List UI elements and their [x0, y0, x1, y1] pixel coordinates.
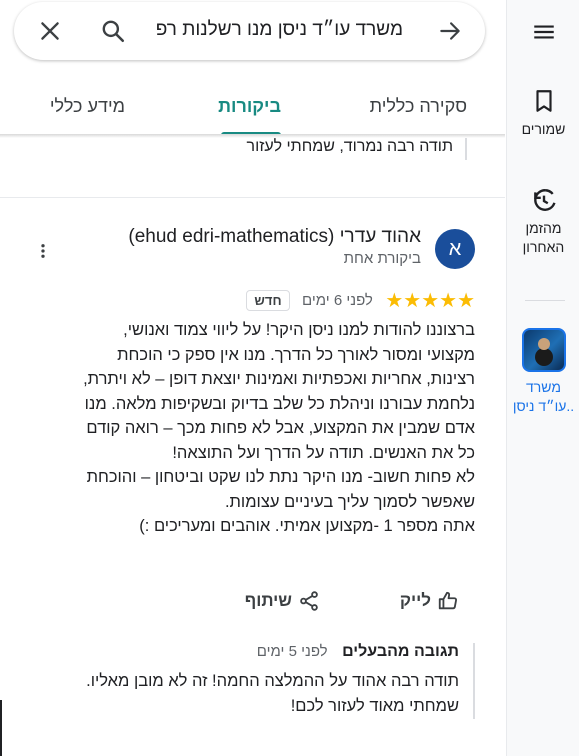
review-time: לפני 6 ימים	[302, 292, 373, 309]
previous-reply-text: תודה רבה נמרוד, שמחתי לעזור	[246, 138, 453, 155]
review-line: שאפשר לסמוך עליך בעיניים עצומות.	[224, 492, 475, 511]
like-label: לייק	[399, 591, 431, 610]
rail-recent-label-2: האחרון	[522, 239, 565, 255]
owner-reply-header: תגובה מהבעלים לפני 5 ימים	[30, 643, 459, 669]
share-button[interactable]: שיתוף	[245, 590, 320, 612]
review-divider	[0, 197, 505, 198]
review-line: אדם שמבין את המקצוע, אבל לא פחות מכך – ר…	[86, 419, 475, 437]
review-line: רצינות, אחריות ואכפתיות ואמינות יוצאת דו…	[83, 370, 475, 388]
review-author-meta: ביקורת אחת	[343, 250, 421, 267]
review-line: לא פחות חשוב- מנו היקר נתת לנו שקט וביטח…	[86, 468, 475, 486]
window-edge	[0, 700, 2, 756]
review-line: אתה מספר 1 -מקצוען אמיתי. אוהבים ומעריכי…	[139, 517, 475, 535]
rail-place-label-2: עו״ד ניסן..	[512, 398, 575, 414]
owner-reply: תגובה מהבעלים לפני 5 ימים תודה רבה אהוד …	[30, 643, 475, 719]
back-arrow-icon[interactable]	[437, 18, 463, 44]
owner-reply-text: תודה רבה אהוד על ההמלצה החמה! זה לא מובן…	[30, 669, 459, 719]
review-author[interactable]: אהוד עדרי (ehud edri-mathematics)	[128, 226, 421, 248]
like-button[interactable]: לייק	[400, 590, 459, 612]
tab-overview[interactable]: סקירה כללית	[370, 96, 467, 117]
share-icon	[300, 591, 318, 611]
owner-reply-time: לפני 5 ימים	[256, 643, 328, 660]
tab-about[interactable]: מידע כללי	[50, 96, 125, 117]
more-vert-icon[interactable]	[34, 241, 52, 261]
review-text: ברצוננו להודות למנו ניסן היקר! על ליווי …	[30, 318, 475, 539]
tab-reviews[interactable]: ביקורות	[218, 96, 281, 117]
place-thumbnail	[521, 328, 566, 372]
rail-saved-button[interactable]: שמורים	[507, 88, 579, 139]
rating-row: ★★★★★ לפני 6 ימים חדש	[246, 288, 475, 314]
owner-reply-title: תגובה מהבעלים	[342, 643, 459, 660]
review-actions: לייק שיתוף	[30, 590, 475, 618]
rail-saved-label: שמורים	[521, 121, 566, 137]
rail-place-label-1: משרד	[526, 379, 561, 395]
new-badge: חדש	[246, 290, 290, 311]
share-label: שיתוף	[244, 591, 292, 610]
search-icon[interactable]	[100, 18, 126, 44]
thumb-up-icon	[438, 591, 458, 610]
rail-divider	[525, 300, 565, 301]
close-icon[interactable]	[37, 18, 63, 44]
side-rail: שמורים מהזמן האחרון משרד עו״ד ניסן..	[506, 0, 579, 756]
review-line: מקצועי ומסור לאורך כל הדרך. מנו אין ספק …	[117, 345, 475, 364]
star-rating: ★★★★★	[385, 290, 475, 312]
bookmark-icon	[535, 90, 552, 112]
previous-reply-border	[465, 138, 467, 160]
history-icon	[533, 189, 556, 211]
rail-recent-button[interactable]: מהזמן האחרון	[507, 187, 579, 257]
owner-reply-line: שמחתי מאוד לעזור לכם!	[290, 697, 459, 715]
review-line: נלחמת עבורנו וניהלת כל שלב בדיוק ובשקיפו…	[84, 394, 475, 413]
tab-bar: סקירה כללית ביקורות מידע כללי	[0, 84, 505, 136]
review-line: ברצוננו להודות למנו ניסן היקר! על ליווי …	[123, 321, 475, 339]
menu-icon[interactable]	[531, 19, 557, 45]
search-bar[interactable]: משרד עו״ד ניסן מנו רשלנות רפ	[14, 2, 485, 60]
rail-recent-label-1: מהזמן	[525, 220, 562, 236]
rail-place-button[interactable]: משרד עו״ד ניסן..	[507, 328, 579, 416]
avatar[interactable]: א	[435, 229, 475, 269]
owner-reply-line: תודה רבה אהוד על ההמלצה החמה! זה לא מובן…	[86, 672, 459, 690]
search-input[interactable]: משרד עו״ד ניסן מנו רשלנות רפ	[156, 19, 403, 41]
review-line: כל את האנשים. תודה על הדרך ועל התוצאה!	[172, 443, 475, 462]
